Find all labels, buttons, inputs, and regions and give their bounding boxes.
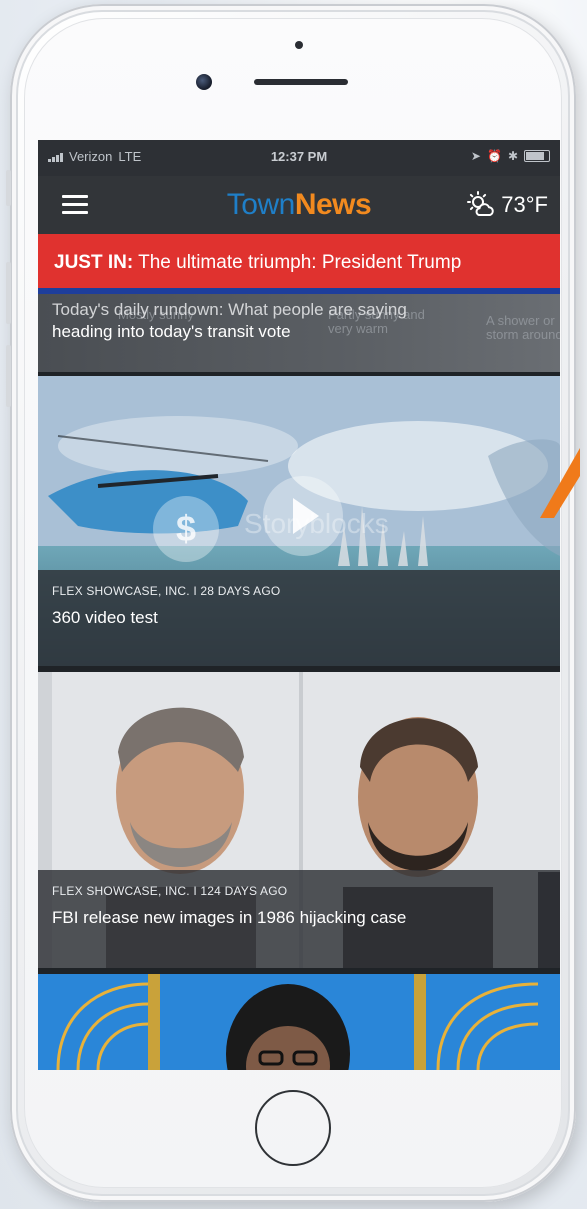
breaking-headline: The ultimate triumph: President Trump [138,252,462,273]
home-button[interactable] [255,1090,331,1166]
play-button-icon[interactable] [263,476,343,556]
earpiece-speaker [254,79,348,85]
proximity-sensor [295,41,303,49]
partly-cloudy-sun-icon [467,191,495,216]
logo-town: Town [226,188,296,221]
alarm-icon: ⏰ [486,149,502,163]
volume-up-button [6,262,11,324]
breaking-news-banner[interactable]: JUST IN: The ultimate triumph: President… [38,234,560,294]
story-card-partial-bottom[interactable] [38,974,560,1070]
weather-temperature: 73°F [501,192,548,217]
breaking-text: JUST IN: The ultimate triumph: President… [54,252,461,274]
ghost-label: A shower or storm around [486,313,560,342]
story-card-image[interactable]: FLEX SHOWCASE, INC. I 124 DAYS AGO FBI r… [38,672,560,968]
story-meta: FLEX SHOWCASE, INC. I 124 DAYS AGO [52,884,288,898]
breaking-label: JUST IN: [54,252,134,273]
story-title: FBI release new images in 1986 hijacking… [52,908,407,927]
volume-down-button [6,345,11,407]
story-card-video[interactable]: $ Storyblocks FLEX SHOWCASE, INC. I 28 D… [38,376,560,666]
pointer-arrow-icon [540,448,580,518]
status-bar: Verizon LTE 12:37 PM ➤ ⏰ ✱ [38,140,560,176]
battery-icon [524,150,550,162]
front-camera [196,74,212,90]
weather-widget[interactable]: 73°F [467,191,548,219]
app-header: TownNews 73°F [38,176,560,234]
story-card-partial[interactable]: Mostly sunny Partly sunny and very warm … [38,294,560,372]
status-right: ➤ ⏰ ✱ [471,149,550,163]
brand-logo-icon: $ [153,496,219,562]
story-caption: FLEX SHOWCASE, INC. I 124 DAYS AGO FBI r… [38,870,560,968]
logo-news: News [294,188,372,221]
story-image-stage [38,974,560,1070]
phone-screen: Verizon LTE 12:37 PM ➤ ⏰ ✱ TownNews 73°F… [38,140,560,1070]
story-headline: heading into today's transit vote [52,322,291,341]
story-headline-top: Today's daily rundown: What people are s… [52,300,407,319]
location-icon: ➤ [470,149,481,163]
story-caption: FLEX SHOWCASE, INC. I 28 DAYS AGO 360 vi… [38,570,560,666]
silent-switch [6,170,11,206]
bluetooth-icon: ✱ [507,149,518,163]
story-meta: FLEX SHOWCASE, INC. I 28 DAYS AGO [52,584,281,598]
story-title: 360 video test [52,608,158,627]
